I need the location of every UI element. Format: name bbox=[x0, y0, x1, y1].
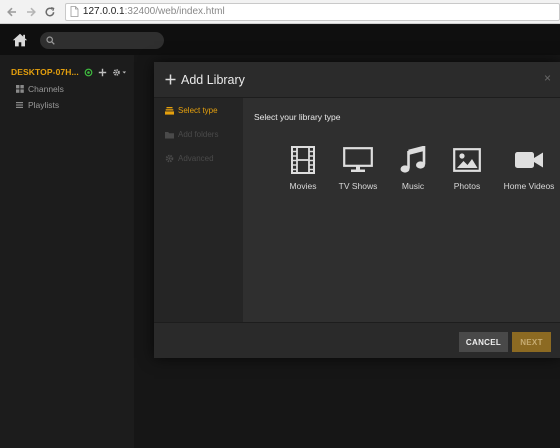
library-type-label: Movies bbox=[289, 181, 317, 191]
folder-icon bbox=[165, 131, 174, 138]
tv-icon bbox=[343, 145, 373, 175]
arrow-right-icon bbox=[26, 7, 36, 16]
library-type-panel: Select your library type Movies TV Shows… bbox=[243, 98, 560, 322]
server-header: DESKTOP-07H... bbox=[11, 67, 127, 77]
server-status-icon bbox=[84, 68, 93, 77]
home-button[interactable] bbox=[7, 27, 33, 53]
grid-icon bbox=[16, 85, 24, 93]
step-label: Advanced bbox=[178, 154, 214, 163]
gear-dropdown-icon bbox=[113, 68, 126, 76]
library-type-label: Home Videos bbox=[503, 181, 555, 191]
close-button[interactable]: × bbox=[544, 72, 551, 84]
dialog-footer: CANCEL NEXT bbox=[154, 322, 560, 358]
wizard-steps: Select type Add folders Advanced bbox=[154, 98, 243, 322]
plus-icon bbox=[98, 68, 107, 76]
screen: 127.0.0.1:32400/web/index.html DESKTOP-0… bbox=[0, 0, 560, 448]
library-type-tv-shows[interactable]: TV Shows bbox=[328, 145, 388, 191]
server-name[interactable]: DESKTOP-07H... bbox=[11, 67, 79, 77]
sidebar-item-label: Channels bbox=[28, 84, 64, 94]
app-header bbox=[0, 25, 560, 55]
url-host: 127.0.0.1 bbox=[82, 6, 125, 17]
photo-icon bbox=[453, 145, 481, 175]
search-input[interactable] bbox=[40, 31, 164, 49]
reload-button[interactable] bbox=[42, 4, 58, 20]
library-type-label: Photos bbox=[453, 181, 481, 191]
forward-button[interactable] bbox=[23, 4, 39, 20]
panel-heading: Select your library type bbox=[254, 112, 341, 122]
library-type-label: Music bbox=[401, 181, 425, 191]
back-button[interactable] bbox=[4, 4, 20, 20]
music-note-icon bbox=[400, 145, 426, 175]
list-icon bbox=[16, 102, 23, 108]
add-library-button[interactable] bbox=[98, 68, 107, 77]
library-type-movies[interactable]: Movies bbox=[273, 145, 333, 191]
library-stack-icon bbox=[165, 106, 174, 115]
server-settings-button[interactable] bbox=[112, 68, 127, 77]
arrow-left-icon bbox=[7, 7, 16, 16]
search-icon bbox=[46, 35, 55, 45]
address-bar[interactable]: 127.0.0.1:32400/web/index.html bbox=[64, 2, 560, 21]
step-label: Add folders bbox=[178, 130, 219, 139]
step-advanced: Advanced bbox=[165, 154, 214, 163]
library-type-label: TV Shows bbox=[338, 181, 378, 191]
sidebar: DESKTOP-07H... Channels Playlists bbox=[0, 55, 134, 448]
step-label: Select type bbox=[178, 106, 218, 115]
dialog-header: Add Library × bbox=[154, 62, 560, 98]
library-type-music[interactable]: Music bbox=[383, 145, 443, 191]
browser-toolbar: 127.0.0.1:32400/web/index.html bbox=[0, 0, 560, 24]
sidebar-item-label: Playlists bbox=[28, 100, 60, 110]
page-icon bbox=[70, 6, 79, 17]
cancel-button[interactable]: CANCEL bbox=[459, 332, 508, 352]
film-icon bbox=[291, 145, 315, 175]
library-type-home-videos[interactable]: Home Videos bbox=[499, 145, 559, 191]
gear-icon bbox=[165, 154, 174, 163]
sidebar-item-playlists[interactable]: Playlists bbox=[16, 100, 59, 110]
sidebar-item-channels[interactable]: Channels bbox=[16, 84, 64, 94]
next-button[interactable]: NEXT bbox=[512, 332, 551, 352]
library-type-list: Movies TV Shows Music Photos Home Videos bbox=[265, 145, 554, 205]
step-select-type[interactable]: Select type bbox=[165, 106, 218, 115]
reload-icon bbox=[45, 6, 55, 16]
url-path: :32400/web/index.html bbox=[124, 6, 225, 17]
library-type-photos[interactable]: Photos bbox=[437, 145, 497, 191]
dialog-title: Add Library bbox=[181, 72, 245, 87]
plus-icon bbox=[165, 74, 176, 85]
add-library-dialog: Add Library × Select type Add folders Ad… bbox=[154, 62, 560, 358]
step-add-folders: Add folders bbox=[165, 130, 218, 139]
video-camera-icon bbox=[514, 145, 544, 175]
home-icon bbox=[12, 33, 28, 47]
